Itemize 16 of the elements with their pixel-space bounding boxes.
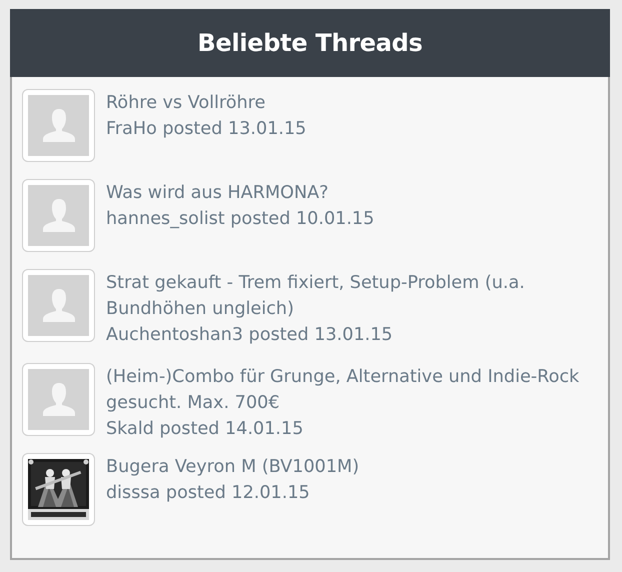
thread-title-link[interactable]: Röhre vs Vollröhre [106,90,306,116]
thread-meta: hannes_solist posted 10.01.15 [106,208,374,231]
thread-title-link[interactable]: Strat gekauft - Trem fixiert, Setup-Problem (u.a. Bundhöhen ungleich) [106,270,598,322]
thread-meta: FraHo posted 13.01.15 [106,118,306,141]
thread-meta: disssa posted 12.01.15 [106,482,311,505]
user-icon [42,289,76,322]
thread-title-link[interactable]: (Heim-)Combo für Grunge, Alternative und Indie-Rock gesucht. Max. 700€ [106,364,598,416]
user-icon [42,199,76,232]
thread-title-link[interactable]: Was wird aus HARMONA? [106,180,374,206]
thread-meta: Skald posted 14.01.15 [106,418,304,441]
user-icon [42,109,76,142]
avatar[interactable] [22,453,95,526]
user-icon [42,383,76,416]
thread-title-link[interactable]: Bugera Veyron M (BV1001M) [106,454,360,480]
panel-title: Beliebte Threads [10,9,610,77]
thread-meta: Auchentoshan3 posted 13.01.15 [106,324,394,347]
